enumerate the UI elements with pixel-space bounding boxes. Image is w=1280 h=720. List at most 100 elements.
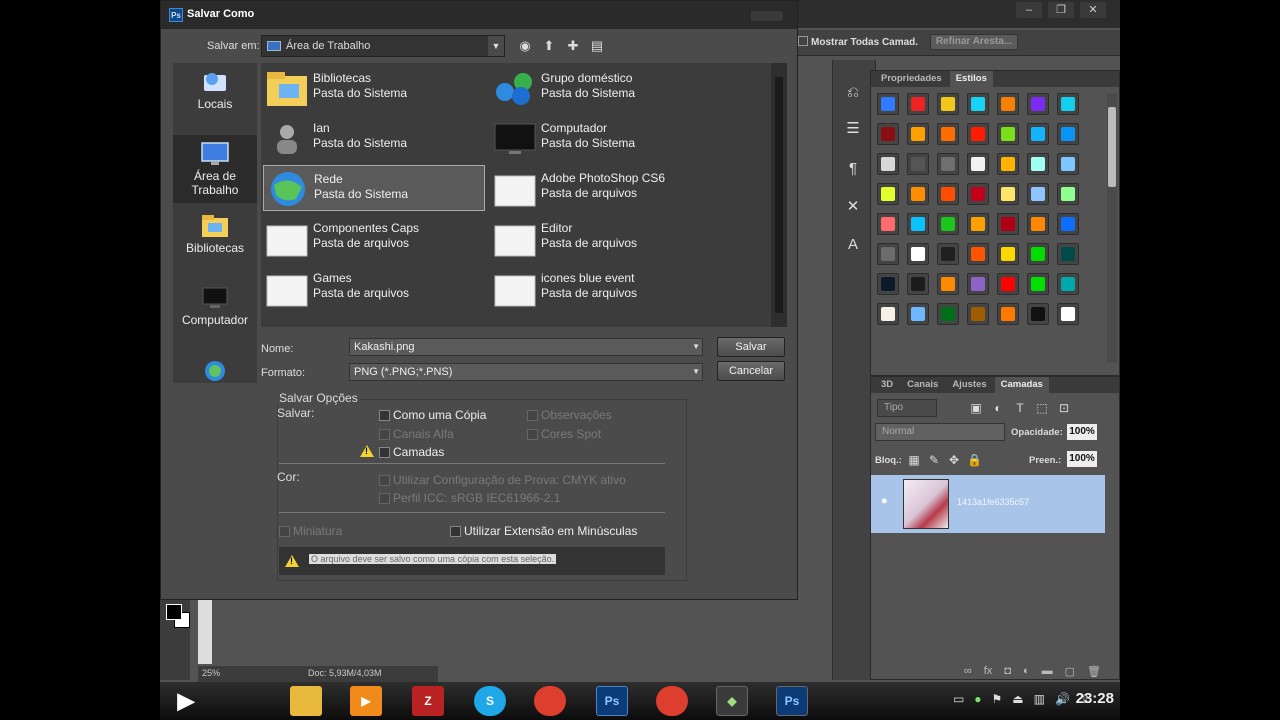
style-swatch[interactable] <box>907 243 929 265</box>
icc-profile-checkbox[interactable]: Perfil ICC: sRGB IEC61966-2.1 <box>379 491 560 505</box>
visibility-eye-icon[interactable]: ● <box>881 495 888 507</box>
photoshop-active-taskbar-icon[interactable]: Ps <box>776 686 808 716</box>
media-player-taskbar-icon[interactable]: ▶ <box>350 686 382 716</box>
style-swatch[interactable] <box>967 273 989 295</box>
layer-row[interactable]: ● 1413a1fe6335c57 <box>871 475 1105 533</box>
file-item[interactable]: Ian Pasta do Sistema <box>263 115 485 161</box>
style-swatch[interactable] <box>907 183 929 205</box>
style-swatch[interactable] <box>997 303 1019 325</box>
adjustment-filter-icon[interactable]: ◐ <box>991 401 1005 415</box>
style-swatch[interactable] <box>1057 93 1079 115</box>
file-name-input[interactable]: Kakashi.png ▼ <box>349 338 703 356</box>
layer-name[interactable]: 1413a1fe6335c57 <box>957 497 1029 507</box>
style-swatch[interactable] <box>1057 153 1079 175</box>
style-swatch[interactable] <box>1027 153 1049 175</box>
save-button[interactable]: Salvar <box>717 337 785 357</box>
place-bibliotecas[interactable]: Bibliotecas <box>173 207 257 275</box>
style-swatch[interactable] <box>907 93 929 115</box>
style-swatch[interactable] <box>967 243 989 265</box>
shape-filter-icon[interactable]: ⬚ <box>1035 401 1049 415</box>
place-locais[interactable]: Locais <box>173 63 257 131</box>
back-icon[interactable]: ◉ <box>517 38 533 54</box>
style-swatch[interactable] <box>997 93 1019 115</box>
style-swatch[interactable] <box>1027 123 1049 145</box>
style-swatch[interactable] <box>877 303 899 325</box>
green-tray-icon[interactable]: ● <box>974 692 981 706</box>
style-swatch[interactable] <box>877 243 899 265</box>
clock[interactable]: 23:28 <box>1076 690 1114 707</box>
style-swatch[interactable] <box>1027 273 1049 295</box>
style-swatch[interactable] <box>997 213 1019 235</box>
keyboard-icon[interactable]: ▭ <box>953 692 964 706</box>
history-icon[interactable]: ⎌ <box>841 82 865 104</box>
image-filter-icon[interactable]: ▣ <box>969 401 983 415</box>
place-rede[interactable] <box>173 351 257 383</box>
close-app-button[interactable]: ✕ <box>1080 2 1106 18</box>
style-swatch[interactable] <box>937 303 959 325</box>
tab-3d[interactable]: 3D <box>875 377 900 393</box>
file-item[interactable]: Computador Pasta do Sistema <box>491 115 713 161</box>
photoshop-taskbar-icon[interactable]: Ps <box>596 686 628 716</box>
new-group-icon[interactable]: ▬ <box>1042 665 1053 681</box>
file-item[interactable]: icones blue event Pasta de arquivos <box>491 265 713 311</box>
notes-checkbox[interactable]: Observações <box>527 408 612 422</box>
paragraph-icon[interactable]: ¶ <box>841 158 865 180</box>
fill-value[interactable]: 100% <box>1067 451 1097 467</box>
thumbnail-checkbox[interactable]: Miniatura <box>279 524 342 538</box>
style-swatch[interactable] <box>877 213 899 235</box>
style-swatch[interactable] <box>907 273 929 295</box>
style-swatch[interactable] <box>937 273 959 295</box>
tab-layers[interactable]: Camadas <box>994 377 1049 393</box>
style-swatch[interactable] <box>997 183 1019 205</box>
style-swatch[interactable] <box>877 273 899 295</box>
style-swatch[interactable] <box>877 183 899 205</box>
style-swatch[interactable] <box>1057 273 1079 295</box>
new-folder-icon[interactable]: ✚ <box>565 38 581 54</box>
restore-button[interactable]: ❐ <box>1048 2 1074 18</box>
game-taskbar-icon[interactable]: Z <box>412 686 444 716</box>
file-item[interactable]: Grupo doméstico Pasta do Sistema <box>491 65 713 111</box>
style-swatch[interactable] <box>877 93 899 115</box>
tools-icon[interactable]: ✕ <box>841 196 865 218</box>
style-swatch[interactable] <box>937 213 959 235</box>
chrome-taskbar-icon-2[interactable] <box>656 686 688 716</box>
style-swatch[interactable] <box>1027 93 1049 115</box>
style-swatch[interactable] <box>1057 303 1079 325</box>
style-swatch[interactable] <box>937 183 959 205</box>
style-swatch[interactable] <box>997 243 1019 265</box>
link-icon[interactable]: ∞ <box>964 665 972 681</box>
styles-scrollbar[interactable] <box>1107 93 1117 363</box>
tab-adjustments[interactable]: Ajustes <box>946 377 993 393</box>
style-swatch[interactable] <box>997 273 1019 295</box>
lock-paint-icon[interactable]: ✎ <box>927 453 941 467</box>
cancel-button[interactable]: Cancelar <box>717 361 785 381</box>
style-swatch[interactable] <box>997 153 1019 175</box>
as-copy-checkbox[interactable]: Como uma Cópia <box>379 408 486 422</box>
format-select[interactable]: PNG (*.PNG;*.PNS) ▼ <box>349 363 703 381</box>
foreground-color-swatch[interactable] <box>166 604 182 620</box>
style-swatch[interactable] <box>997 123 1019 145</box>
opacity-value[interactable]: 100% <box>1067 424 1097 440</box>
tab-properties[interactable]: Propriedades <box>875 71 948 87</box>
style-swatch[interactable] <box>1027 213 1049 235</box>
file-item[interactable]: Bibliotecas Pasta do Sistema <box>263 65 485 111</box>
lock-all-icon[interactable]: 🔒 <box>967 453 982 467</box>
style-swatch[interactable] <box>967 303 989 325</box>
file-item[interactable]: Componentes Caps Pasta de arquivos <box>263 215 485 261</box>
file-item[interactable]: Adobe PhotoShop CS6 Pasta de arquivos <box>491 165 713 211</box>
file-item[interactable]: Rede Pasta do Sistema <box>263 165 485 211</box>
zoom-level[interactable]: 25% <box>202 668 220 678</box>
style-swatch[interactable] <box>907 153 929 175</box>
minimize-button[interactable]: – <box>1016 2 1042 18</box>
style-swatch[interactable] <box>967 123 989 145</box>
layers-checkbox[interactable]: Camadas <box>379 445 444 459</box>
style-swatch[interactable] <box>1057 123 1079 145</box>
lowercase-extension-checkbox[interactable]: Utilizar Extensão em Minúsculas <box>450 524 637 538</box>
place-computador[interactable]: Computador <box>173 279 257 347</box>
tab-styles[interactable]: Estilos <box>949 71 993 87</box>
style-swatch[interactable] <box>937 93 959 115</box>
chrome-taskbar-icon[interactable] <box>534 686 566 716</box>
file-list-scrollbar[interactable] <box>771 63 787 327</box>
style-swatch[interactable] <box>907 303 929 325</box>
file-item[interactable]: Games Pasta de arquivos <box>263 265 485 311</box>
